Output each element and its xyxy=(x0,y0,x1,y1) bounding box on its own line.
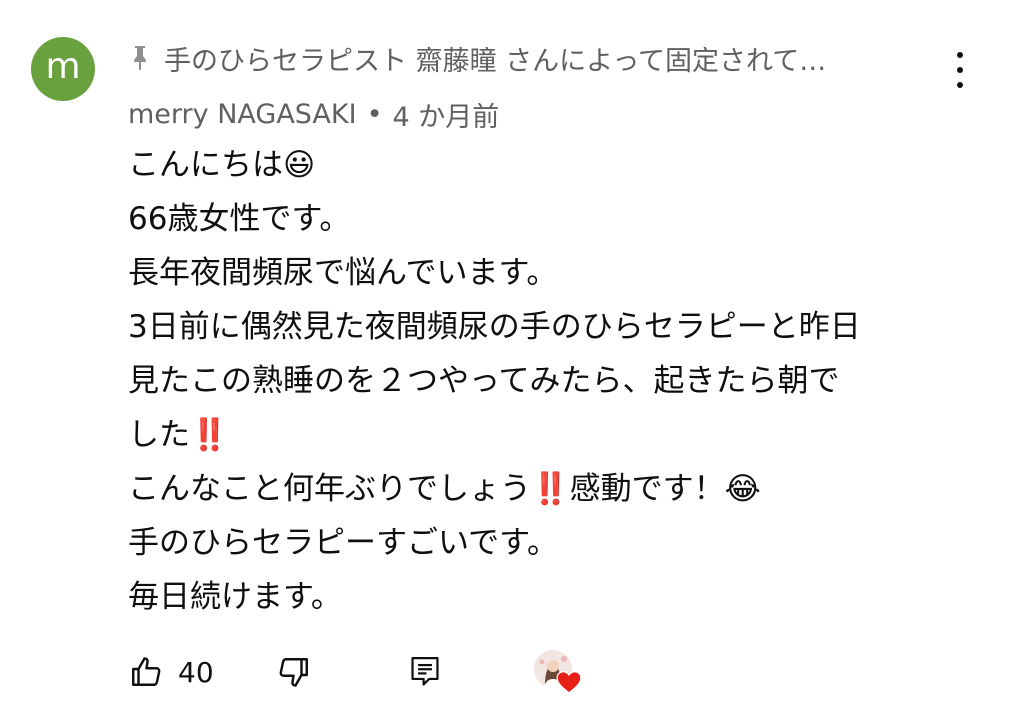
more-vert-icon[interactable] xyxy=(944,50,976,90)
dislike-button[interactable] xyxy=(276,650,312,694)
pin-icon xyxy=(134,46,146,70)
comment-line: 3日前に偶然見た夜間頻尿の手のひらセラピーと昨日 xyxy=(128,309,861,345)
comment-line: 手のひらセラピーすごいです。 xyxy=(128,525,558,561)
comment-line: こんなこと何年ぶりでしょう‼️感動です！😂 xyxy=(128,471,761,507)
comment-line: 毎日続けます。 xyxy=(128,579,342,615)
creator-heart-icon[interactable] xyxy=(532,650,588,698)
comment-meta: merry NAGASAKI • 4 か月前 xyxy=(128,94,499,134)
reply-button[interactable] xyxy=(408,650,442,694)
reply-icon xyxy=(411,657,439,686)
thumbs-down-icon xyxy=(279,658,308,687)
avatar[interactable]: m xyxy=(31,37,95,101)
comment-time[interactable]: 4 か月前 xyxy=(393,95,500,134)
comment-line: 見たこの熟睡のを２つやってみたら、起きたら朝で xyxy=(128,363,840,399)
pinned-text: 手のひらセラピスト 齋藤瞳 さんによって固定されて… xyxy=(164,45,827,77)
pinned-label: 手のひらセラピスト 齋藤瞳 さんによって固定されて… xyxy=(128,38,908,78)
comment-line: した‼️ xyxy=(128,417,229,453)
comment-line: 長年夜間頻尿で悩んでいます。 xyxy=(128,255,558,291)
comment-line: 66歳女性です。 xyxy=(128,201,351,237)
comment-body: こんにちは😃 66歳女性です。 長年夜間頻尿で悩んでいます。 3日前に偶然見た夜… xyxy=(128,138,988,624)
meta-separator: • xyxy=(366,98,383,130)
like-button[interactable]: 40 xyxy=(128,650,214,694)
author-name[interactable]: merry NAGASAKI xyxy=(128,99,357,130)
heart-icon xyxy=(556,671,582,694)
comment-line: こんにちは😃 xyxy=(128,147,316,183)
thumbs-up-icon xyxy=(132,657,161,686)
comment-actions: 40 xyxy=(128,650,608,694)
like-count: 40 xyxy=(178,655,214,689)
